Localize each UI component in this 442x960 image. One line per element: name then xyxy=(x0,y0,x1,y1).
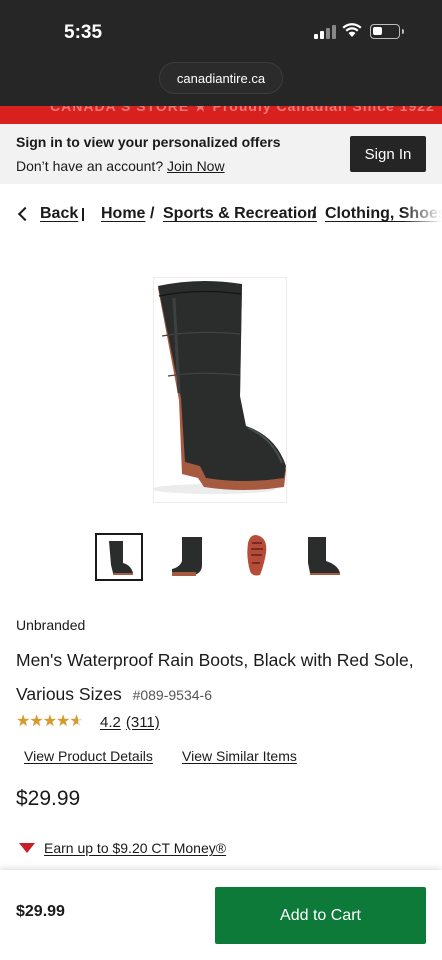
breadcrumb-sports[interactable]: Sports & Recreation xyxy=(163,205,317,223)
no-account-text: Don’t have an account? xyxy=(16,158,164,174)
brand-banner: CANADA'S STORE ★ Proudly Canadian Since … xyxy=(0,106,442,124)
rating-value[interactable]: 4.2 xyxy=(100,714,121,731)
sticky-cart-bar: $29.99 Add to Cart xyxy=(0,870,442,960)
star-rating-icon: ★★★★★ ★★★★★ xyxy=(16,713,84,730)
product-rating[interactable]: ★★★★★ ★★★★★ 4.2 (311) xyxy=(16,712,160,732)
product-image[interactable] xyxy=(152,277,287,503)
ct-money-offer: Earn up to $9.20 CT Money® xyxy=(16,838,226,858)
rain-boot-image xyxy=(152,280,286,494)
thumbnail-strip xyxy=(0,533,442,583)
url-bar[interactable]: canadiantire.ca xyxy=(159,62,283,94)
breadcrumb-separator: / xyxy=(312,205,317,222)
ct-money-link[interactable]: Earn up to $9.20 CT Money® xyxy=(44,840,226,856)
product-brand: Unbranded xyxy=(16,617,86,633)
boot-side-thumb xyxy=(109,541,133,575)
product-sku: #089-9534-6 xyxy=(132,687,212,703)
add-to-cart-button[interactable]: Add to Cart xyxy=(215,887,426,944)
boot-front-thumb xyxy=(308,537,340,575)
boot-sole-thumb xyxy=(247,535,267,576)
breadcrumb-back[interactable]: Back xyxy=(40,205,78,223)
banner-text: CANADA'S STORE ★ Proudly Canadian Since … xyxy=(50,106,435,114)
thumbnail-2[interactable] xyxy=(166,533,214,581)
cellular-signal-icon xyxy=(314,25,338,39)
signin-bar: Sign in to view your personalized offers… xyxy=(0,124,442,184)
browser-chrome: 5:35 canadiantire.ca xyxy=(0,0,442,106)
status-time: 5:35 xyxy=(64,22,103,43)
signin-headline: Sign in to view your personalized offers xyxy=(16,134,281,150)
sign-in-button[interactable]: Sign In xyxy=(350,136,426,172)
breadcrumb: Back Home / Sports & Recreation / Clothi… xyxy=(0,200,442,230)
battery-icon xyxy=(370,24,404,39)
signin-prompt: Don’t have an account? Join Now xyxy=(16,158,225,174)
product-title: Men's Waterproof Rain Boots, Black with … xyxy=(16,650,414,704)
ct-triangle-icon xyxy=(19,843,35,853)
thumbnail-1[interactable] xyxy=(95,533,143,581)
boot-angle-thumb xyxy=(172,537,202,576)
wifi-icon xyxy=(342,23,362,37)
breadcrumb-home[interactable]: Home xyxy=(101,205,145,223)
view-similar-items-link[interactable]: View Similar Items xyxy=(182,748,297,764)
join-now-link[interactable]: Join Now xyxy=(167,158,225,174)
review-count[interactable]: (311) xyxy=(126,714,160,731)
sticky-price: $29.99 xyxy=(16,903,65,920)
product-title-block: Men's Waterproof Rain Boots, Black with … xyxy=(16,643,426,712)
breadcrumb-divider xyxy=(82,208,84,221)
breadcrumb-separator: / xyxy=(150,205,155,222)
product-price: $29.99 xyxy=(16,787,81,810)
thumbnail-4[interactable] xyxy=(298,533,346,581)
view-product-details-link[interactable]: View Product Details xyxy=(24,748,153,764)
chevron-left-icon[interactable] xyxy=(17,206,33,222)
thumbnail-3[interactable] xyxy=(232,533,280,581)
